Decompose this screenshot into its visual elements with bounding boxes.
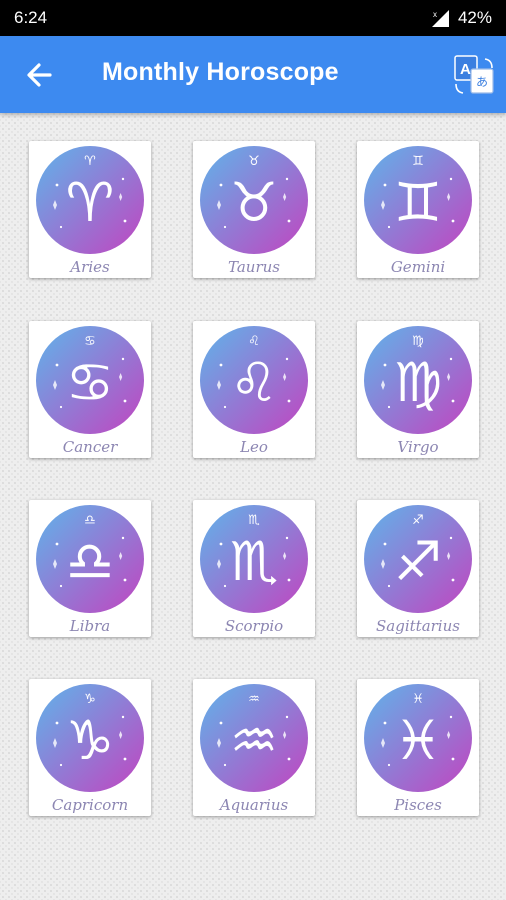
sign-card-virgo[interactable]: ♍ ♍ Virgo (357, 321, 479, 458)
zodiac-symbol: ♈ (84, 154, 96, 169)
zodiac-emblem: ♒ (230, 709, 278, 772)
sagittarius-zodiac-icon: ♐♐ (364, 505, 472, 613)
sign-label: Scorpio (224, 617, 284, 635)
sign-label: Virgo (397, 438, 439, 456)
gemini-zodiac-icon: ♊♊ (364, 146, 472, 254)
sign-label: Libra (69, 617, 111, 635)
sign-label: Cancer (62, 438, 118, 456)
aries-zodiac-icon: ♈♈ (36, 146, 144, 254)
zodiac-symbol: ♏ (248, 513, 260, 528)
sign-label: Aries (70, 258, 110, 276)
zodiac-symbol: ♊ (412, 154, 424, 169)
sign-card-aries[interactable]: ♈ ♈ Aries (29, 141, 151, 278)
zodiac-symbol: ♋ (84, 334, 96, 349)
capricorn-zodiac-icon: ♑♑ (36, 684, 144, 792)
svg-text:あ: あ (476, 75, 488, 89)
status-indicators: x 42% (430, 8, 492, 28)
svg-text:A: A (460, 61, 471, 78)
zodiac-symbol: ♑ (84, 692, 96, 707)
signal-icon: x (431, 10, 449, 27)
app-bar: Monthly Horoscope A あ (0, 36, 506, 113)
svg-text:x: x (433, 10, 437, 19)
cancer-zodiac-icon: ♋♋ (36, 326, 144, 434)
sign-card-capricorn[interactable]: ♑ ♑ Capricorn (29, 679, 151, 816)
sign-card-scorpio[interactable]: ♏ ♏ Scorpio (193, 500, 315, 637)
zodiac-symbol: ♎ (84, 513, 96, 528)
aquarius-zodiac-icon: ♒♒ (200, 684, 308, 792)
zodiac-emblem: ♈ (66, 171, 114, 234)
sign-label: Aquarius (219, 796, 289, 814)
leo-zodiac-icon: ♌♌ (200, 326, 308, 434)
sign-card-taurus[interactable]: ♉ ♉ Taurus (193, 141, 315, 278)
libra-zodiac-icon: ♎♎ (36, 505, 144, 613)
sign-label: Gemini (390, 258, 446, 276)
sign-label: Leo (240, 438, 268, 456)
zodiac-emblem: ♋ (66, 351, 114, 414)
arrow-back-icon (27, 63, 52, 87)
sign-card-pisces[interactable]: ♓ ♓ Pisces (357, 679, 479, 816)
status-time: 6:24 (14, 8, 48, 27)
zodiac-emblem: ♊ (394, 171, 442, 234)
sign-card-leo[interactable]: ♌ ♌ Leo (193, 321, 315, 458)
scorpio-zodiac-icon: ♏♏ (200, 505, 308, 613)
zodiac-emblem: ♉ (230, 171, 278, 234)
sign-card-sagittarius[interactable]: ♐ ♐ Sagittarius (357, 500, 479, 637)
sign-label: Sagittarius (376, 617, 460, 635)
zodiac-emblem: ♑ (66, 709, 114, 772)
zodiac-emblem: ♏ (230, 530, 278, 593)
zodiac-symbol: ♌ (248, 334, 260, 349)
sign-card-libra[interactable]: ♎ ♎ Libra (29, 500, 151, 637)
translate-button[interactable]: A あ (452, 53, 496, 99)
zodiac-emblem: ♍ (394, 351, 442, 414)
back-button[interactable] (22, 58, 56, 92)
pisces-zodiac-icon: ♓♓ (364, 684, 472, 792)
status-bar: 6:24 x 42% (0, 0, 506, 36)
sign-label: Capricorn (51, 796, 129, 814)
zodiac-emblem: ♓ (394, 709, 442, 772)
zodiac-symbol: ♓ (412, 692, 424, 707)
zodiac-symbol: ♍ (412, 334, 424, 349)
zodiac-symbol: ♒ (248, 692, 260, 707)
zodiac-emblem: ♎ (66, 530, 114, 593)
sign-card-gemini[interactable]: ♊ ♊ Gemini (357, 141, 479, 278)
taurus-zodiac-icon: ♉♉ (200, 146, 308, 254)
sign-card-cancer[interactable]: ♋ ♋ Cancer (29, 321, 151, 458)
zodiac-symbol: ♉ (248, 154, 260, 169)
page-title: Monthly Horoscope (102, 58, 339, 86)
virgo-zodiac-icon: ♍♍ (364, 326, 472, 434)
translate-icon: A あ (454, 55, 494, 94)
sign-label: Pisces (394, 796, 442, 814)
zodiac-emblem: ♌ (230, 351, 278, 414)
zodiac-emblem: ♐ (394, 530, 442, 593)
battery-percent: 42% (457, 8, 492, 27)
sign-label: Taurus (228, 258, 280, 276)
zodiac-symbol: ♐ (412, 513, 424, 528)
sign-card-aquarius[interactable]: ♒ ♒ Aquarius (193, 679, 315, 816)
